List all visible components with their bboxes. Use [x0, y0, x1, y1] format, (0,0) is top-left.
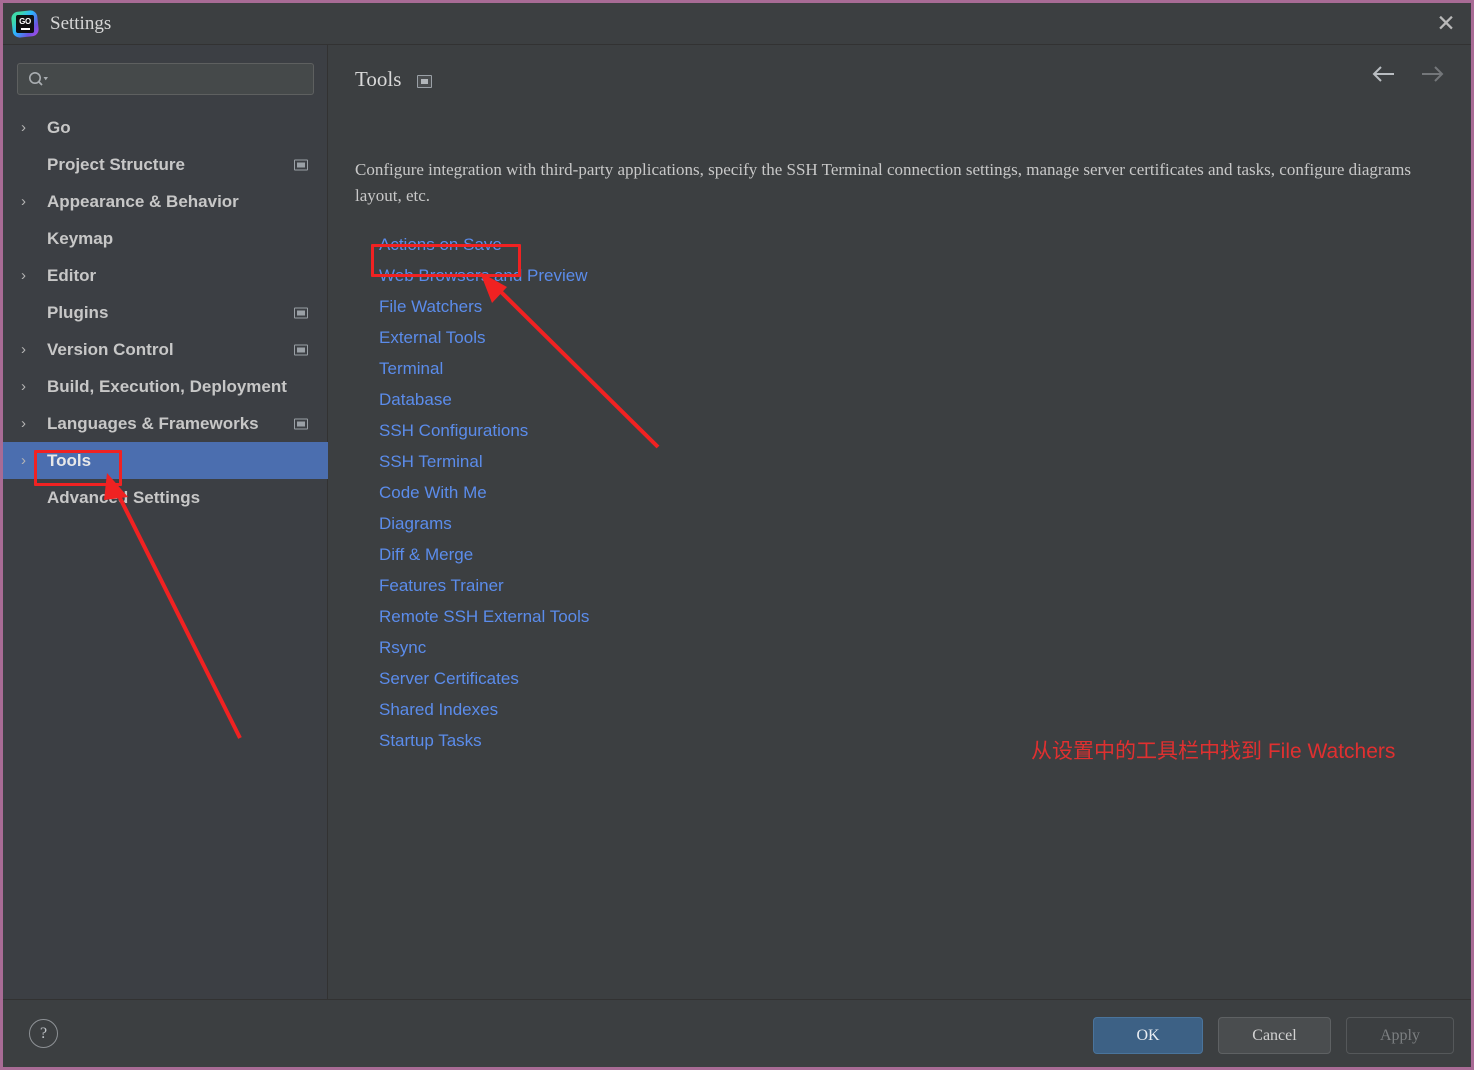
- sidebar-item-label: Project Structure: [47, 154, 185, 174]
- list-item: SSH Configurations: [379, 415, 589, 446]
- chevron-right-icon[interactable]: ›: [21, 379, 47, 394]
- settings-dialog: GO Settings ✕ › Go Project Structure › Appea…: [0, 0, 1474, 1070]
- apply-button[interactable]: Apply: [1346, 1017, 1454, 1054]
- cancel-button[interactable]: Cancel: [1218, 1017, 1331, 1054]
- settings-main-panel: Tools Configure integration with third-p…: [329, 45, 1471, 999]
- close-icon[interactable]: ✕: [1421, 3, 1471, 44]
- list-item: Server Certificates: [379, 663, 589, 694]
- tools-link-file-watchers[interactable]: File Watchers: [379, 297, 482, 317]
- search-box[interactable]: [17, 63, 314, 95]
- list-item: Database: [379, 384, 589, 415]
- settings-sidebar: › Go Project Structure › Appearance & Behavi…: [3, 45, 328, 999]
- settings-tree: › Go Project Structure › Appearance & Behavi…: [3, 109, 328, 516]
- sidebar-item-label: Keymap: [47, 228, 114, 248]
- sidebar-item-label: Languages & Frameworks: [47, 413, 259, 433]
- chevron-right-icon[interactable]: ›: [21, 194, 47, 209]
- dialog-button-bar: ? OK Cancel Apply: [3, 999, 1471, 1067]
- sidebar-item-label: Editor: [47, 265, 97, 285]
- search-icon: [27, 71, 49, 87]
- tools-link-shared-indexes[interactable]: Shared Indexes: [379, 700, 498, 720]
- tools-link-ssh-terminal[interactable]: SSH Terminal: [379, 452, 483, 472]
- sidebar-item-project-structure[interactable]: Project Structure: [3, 146, 328, 183]
- list-item: Terminal: [379, 353, 589, 384]
- sidebar-item-appearance-behavior[interactable]: › Appearance & Behavior: [3, 183, 328, 220]
- list-item: Web Browsers and Preview: [379, 260, 589, 291]
- help-icon[interactable]: ?: [29, 1019, 58, 1048]
- navigation-arrows: [1371, 65, 1445, 88]
- chevron-right-icon[interactable]: ›: [21, 453, 47, 468]
- sidebar-item-editor[interactable]: › Editor: [3, 257, 328, 294]
- list-item: Code With Me: [379, 477, 589, 508]
- chevron-right-icon[interactable]: ›: [21, 120, 47, 135]
- sidebar-item-advanced-settings[interactable]: Advanced Settings: [3, 479, 328, 516]
- sidebar-item-label: Version Control: [47, 339, 174, 359]
- sidebar-item-label: Plugins: [47, 302, 109, 322]
- tools-link-external-tools[interactable]: External Tools: [379, 328, 485, 348]
- sidebar-item-languages-frameworks[interactable]: › Languages & Frameworks: [3, 405, 328, 442]
- sidebar-item-label: Go: [47, 117, 71, 137]
- list-item: File Watchers: [379, 291, 589, 322]
- title-bar: GO Settings ✕: [3, 3, 1471, 45]
- back-arrow-icon[interactable]: [1371, 65, 1397, 88]
- tools-link-ssh-configurations[interactable]: SSH Configurations: [379, 421, 528, 441]
- list-item: Shared Indexes: [379, 694, 589, 725]
- chevron-right-icon[interactable]: ›: [21, 268, 47, 283]
- tools-link-database[interactable]: Database: [379, 390, 452, 410]
- sidebar-item-version-control[interactable]: › Version Control: [3, 331, 328, 368]
- window-title: Settings: [50, 12, 112, 34]
- tools-link-diagrams[interactable]: Diagrams: [379, 514, 452, 534]
- sidebar-item-label: Build, Execution, Deployment: [47, 376, 287, 396]
- list-item: Diagrams: [379, 508, 589, 539]
- goland-logo-icon: GO: [10, 9, 40, 38]
- chevron-right-icon[interactable]: ›: [21, 342, 47, 357]
- list-item: SSH Terminal: [379, 446, 589, 477]
- sidebar-item-tools[interactable]: › Tools: [3, 442, 328, 479]
- tools-link-diff-merge[interactable]: Diff & Merge: [379, 545, 473, 565]
- sidebar-item-label: Appearance & Behavior: [47, 191, 239, 211]
- tools-link-terminal[interactable]: Terminal: [379, 359, 443, 379]
- tools-link-actions-on-save[interactable]: Actions on Save: [379, 235, 502, 255]
- chevron-right-icon[interactable]: ›: [21, 416, 47, 431]
- sidebar-item-plugins[interactable]: Plugins: [3, 294, 328, 331]
- sidebar-item-label: Advanced Settings: [47, 487, 201, 507]
- sidebar-item-keymap[interactable]: Keymap: [3, 220, 328, 257]
- project-scope-icon: [294, 418, 308, 429]
- list-item: Rsync: [379, 632, 589, 663]
- project-scope-icon: [294, 159, 308, 170]
- list-item: External Tools: [379, 322, 589, 353]
- tools-links-list: Actions on Save Web Browsers and Preview F…: [379, 229, 589, 756]
- tools-link-rsync[interactable]: Rsync: [379, 638, 426, 658]
- page-description: Configure integration with third-party a…: [355, 160, 1411, 206]
- tools-link-server-certificates[interactable]: Server Certificates: [379, 669, 519, 689]
- sidebar-item-go[interactable]: › Go: [3, 109, 328, 146]
- project-scope-icon: [417, 74, 433, 88]
- search-input[interactable]: [49, 71, 313, 87]
- forward-arrow-icon[interactable]: [1419, 65, 1445, 88]
- project-scope-icon: [294, 307, 308, 318]
- list-item: Actions on Save: [379, 229, 589, 260]
- sidebar-item-build-execution-deployment[interactable]: › Build, Execution, Deployment: [3, 368, 328, 405]
- list-item: Features Trainer: [379, 570, 589, 601]
- list-item: Remote SSH External Tools: [379, 601, 589, 632]
- tools-link-code-with-me[interactable]: Code With Me: [379, 483, 487, 503]
- page-title: Tools: [355, 67, 402, 91]
- ok-button[interactable]: OK: [1093, 1017, 1203, 1054]
- main-header: Tools: [355, 67, 433, 92]
- tools-link-features-trainer[interactable]: Features Trainer: [379, 576, 504, 596]
- list-item: Startup Tasks: [379, 725, 589, 756]
- sidebar-item-label: Tools: [47, 450, 92, 470]
- list-item: Diff & Merge: [379, 539, 589, 570]
- tools-link-remote-ssh-external-tools[interactable]: Remote SSH External Tools: [379, 607, 589, 627]
- tools-link-web-browsers-and-preview[interactable]: Web Browsers and Preview: [379, 266, 588, 286]
- annotation-text: 从设置中的工具栏中找到 File Watchers: [1031, 740, 1396, 763]
- logo-text: GO: [19, 16, 31, 26]
- project-scope-icon: [294, 344, 308, 355]
- tools-link-startup-tasks[interactable]: Startup Tasks: [379, 731, 482, 751]
